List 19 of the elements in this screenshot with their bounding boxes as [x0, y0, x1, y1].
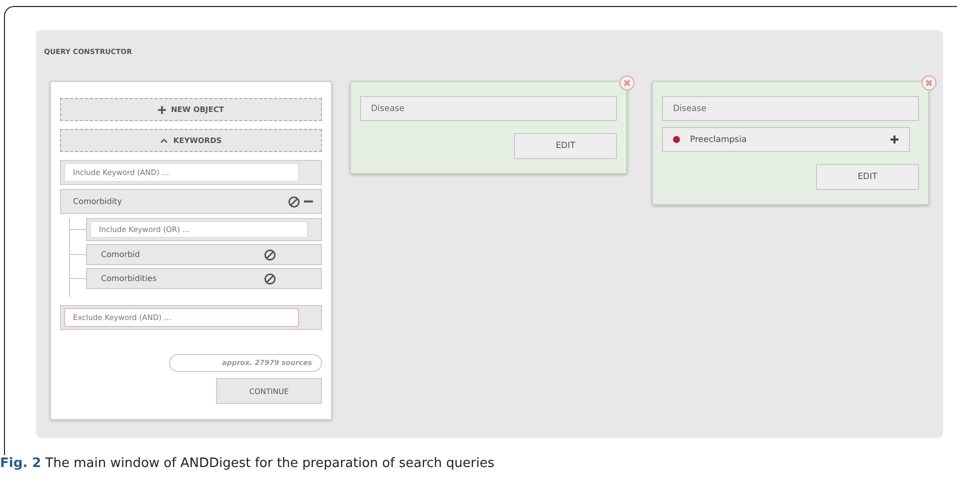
keyword-row[interactable]: Comorbid	[86, 244, 322, 265]
edit-button[interactable]: EDIT	[514, 133, 617, 159]
keyword-label: Comorbid	[101, 250, 140, 259]
figure-caption: Fig. 2 The main window of ANDDigest for the preparation of search queries	[0, 456, 494, 471]
exclude-icon[interactable]	[264, 272, 276, 284]
keyword-group-row[interactable]: Comorbidity	[60, 189, 322, 214]
edit-button[interactable]: EDIT	[816, 164, 919, 190]
plus-icon	[158, 106, 166, 114]
keyword-label: Comorbidity	[73, 197, 122, 206]
category-field[interactable]: Disease	[360, 96, 617, 121]
add-icon[interactable]	[890, 135, 899, 144]
keyword-label: Comorbidities	[101, 274, 157, 283]
keyword-row[interactable]: Comorbidities	[86, 268, 322, 289]
chevron-up-icon	[160, 138, 168, 143]
term-label: Preeclampsia	[690, 134, 747, 144]
category-field[interactable]: Disease	[662, 96, 919, 121]
exclude-icon[interactable]	[264, 248, 276, 260]
exclude-icon[interactable]	[288, 196, 300, 208]
collapse-icon[interactable]	[304, 200, 313, 203]
